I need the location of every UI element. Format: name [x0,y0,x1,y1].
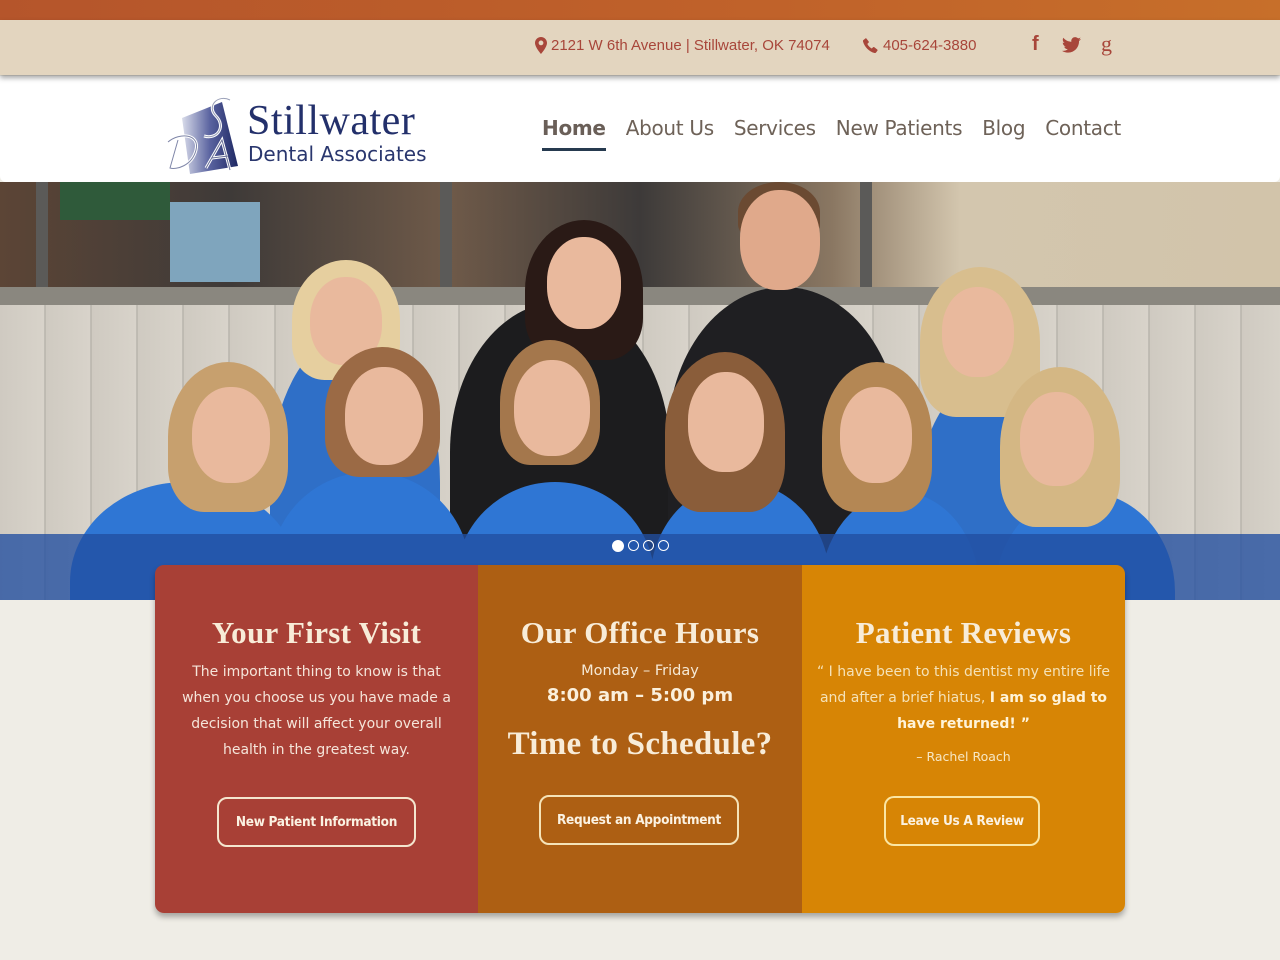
slider-dot-3[interactable] [643,540,654,551]
logo-subtitle: Dental Associates [248,142,427,166]
hero-photo-sign [60,182,170,220]
team-member-face [547,237,621,329]
window-frame [36,182,48,292]
team-member-face [740,190,820,290]
window-frame [440,182,452,292]
request-appointment-button[interactable]: Request an Appointment [539,795,739,845]
team-member-face [840,387,912,483]
contact-info-bar: 2121 W 6th Avenue | Stillwater, OK 74074… [0,20,1280,75]
site-header: Stillwater Dental Associates Home About … [0,76,1280,182]
logo-title: Stillwater [247,98,416,144]
team-member-face [1020,392,1094,486]
nav-about-us[interactable]: About Us [626,116,714,148]
schedule-title: Time to Schedule? [507,726,773,762]
patient-reviews-card: Patient Reviews “ I have been to this de… [802,565,1125,913]
leave-review-button[interactable]: Leave Us A Review [884,796,1040,846]
slider-dot-4[interactable] [658,540,669,551]
office-days: Monday – Friday [581,663,699,679]
review-quote: “ I have been to this dentist my entire … [814,659,1114,737]
phone-number[interactable]: 405-624-3880 [863,37,976,54]
site-logo[interactable]: Stillwater Dental Associates [160,96,460,176]
new-patient-information-button[interactable]: New Patient Information [217,797,416,847]
hero-slider [0,182,1280,600]
first-visit-body: The important thing to know is that when… [182,664,451,758]
slider-dot-2[interactable] [628,540,639,551]
nav-contact[interactable]: Contact [1045,116,1121,148]
first-visit-card: Your First Visit The important thing to … [155,565,478,913]
nav-home[interactable]: Home [542,116,606,151]
hero-photo-sky [170,202,260,282]
facebook-icon[interactable]: f [1032,33,1039,56]
office-hours-card: Our Office Hours Monday – Friday 8:00 am… [478,565,802,913]
phone-text: 405-624-3880 [883,37,977,54]
team-member-face [688,372,764,472]
review-author: – Rachel Roach [916,749,1011,764]
map-marker-icon [535,37,547,54]
nav-services[interactable]: Services [734,116,816,148]
sda-monogram-icon [167,97,238,174]
office-hours-title: Our Office Hours [520,615,760,650]
office-hours-time: 8:00 am – 5:00 pm [546,685,734,706]
team-member-face [345,367,423,465]
twitter-bird-glyph [1062,37,1081,53]
window-frame [860,182,872,292]
twitter-icon[interactable] [1062,36,1081,59]
nav-blog[interactable]: Blog [982,116,1025,148]
team-member-face [942,287,1014,377]
team-member-face [514,360,590,456]
feature-cards: Your First Visit The important thing to … [155,565,1125,913]
main-nav: Home About Us Services New Patients Blog… [542,116,1141,151]
first-visit-title: Your First Visit [211,615,422,650]
address[interactable]: 2121 W 6th Avenue | Stillwater, OK 74074 [535,37,830,54]
team-member-face [192,387,270,483]
phone-icon [863,38,878,53]
slider-pagination [612,540,669,552]
nav-new-patients[interactable]: New Patients [836,116,963,148]
slider-dot-1[interactable] [612,540,624,552]
address-text: 2121 W 6th Avenue | Stillwater, OK 74074 [551,37,830,54]
google-plus-icon[interactable]: g [1101,31,1112,57]
patient-reviews-title: Patient Reviews [855,615,1072,650]
top-accent-strip [0,0,1280,20]
